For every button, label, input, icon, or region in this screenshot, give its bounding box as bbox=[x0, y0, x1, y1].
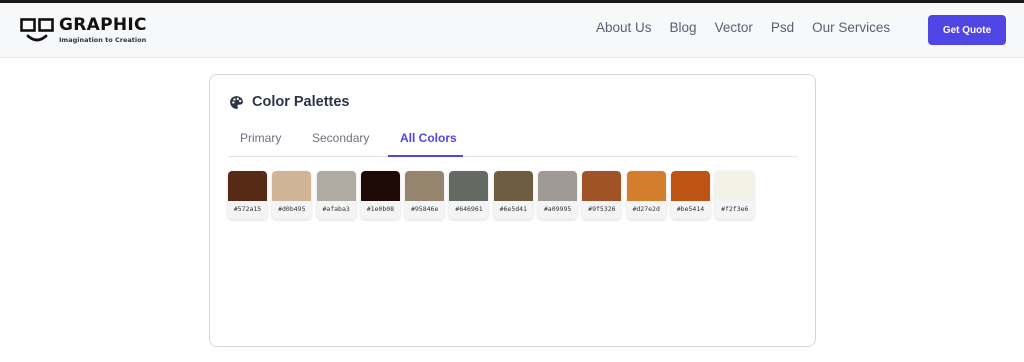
color-swatch[interactable]: #d0b495 bbox=[272, 171, 312, 219]
logo[interactable]: GRAPHIC Imagination to Creation bbox=[20, 15, 147, 46]
logo-name: GRAPHIC bbox=[59, 15, 147, 35]
palette-icon bbox=[230, 95, 243, 109]
swatch-color-chip bbox=[316, 171, 356, 201]
navbar: GRAPHIC Imagination to Creation About Us… bbox=[0, 3, 1024, 58]
nav-vector[interactable]: Vector bbox=[715, 20, 753, 35]
swatch-color-chip bbox=[360, 171, 400, 201]
color-swatch[interactable]: #d27e2d bbox=[626, 171, 666, 219]
active-tab-indicator bbox=[388, 155, 463, 157]
color-swatch[interactable]: #646961 bbox=[449, 171, 489, 219]
panel-title: Color Palettes bbox=[252, 94, 350, 110]
swatch-color-chip bbox=[493, 171, 533, 201]
swatch-hex-label: #d0b495 bbox=[278, 205, 306, 213]
color-swatch[interactable]: #9f5326 bbox=[582, 171, 622, 219]
swatch-color-chip bbox=[228, 171, 267, 201]
tab-secondary[interactable]: Secondary bbox=[312, 131, 369, 157]
swatch-color-chip bbox=[449, 171, 489, 201]
nav-about-us[interactable]: About Us bbox=[596, 20, 652, 35]
color-swatch[interactable]: #a09995 bbox=[538, 171, 578, 219]
swatch-hex-label: #d27e2d bbox=[632, 205, 660, 213]
nav-blog[interactable]: Blog bbox=[670, 20, 697, 35]
color-swatch[interactable]: #afaba3 bbox=[316, 171, 356, 219]
palette-tabs: Primary Secondary All Colors bbox=[228, 131, 798, 157]
swatch-hex-label: #6e5d41 bbox=[499, 205, 527, 213]
color-swatch[interactable]: #572a15 bbox=[228, 171, 267, 219]
swatch-hex-label: #afaba3 bbox=[322, 205, 350, 213]
swatch-hex-label: #9f5326 bbox=[588, 205, 616, 213]
swatch-hex-label: #95846e bbox=[410, 205, 439, 213]
swatch-color-chip bbox=[538, 171, 578, 201]
swatch-color-chip bbox=[272, 171, 312, 201]
swatch-color-chip bbox=[715, 171, 755, 201]
color-swatch[interactable]: #6e5d41 bbox=[493, 171, 533, 219]
tab-all-colors[interactable]: All Colors bbox=[400, 131, 457, 157]
swatch-grid: #572a15 #d0b495 #afaba3 #1e0b08 #95846e #6469… bbox=[228, 171, 760, 219]
nav-psd[interactable]: Psd bbox=[771, 20, 794, 35]
get-quote-button[interactable]: Get Quote bbox=[928, 15, 1006, 45]
swatch-hex-label: #1e0b08 bbox=[366, 205, 395, 213]
swatch-color-chip bbox=[626, 171, 666, 201]
color-palettes-card: Color Palettes Primary Secondary All Col… bbox=[209, 74, 816, 347]
swatch-hex-label: #a09995 bbox=[543, 205, 572, 213]
color-swatch[interactable]: #be5414 bbox=[670, 171, 710, 219]
swatch-color-chip bbox=[670, 171, 710, 201]
swatch-color-chip bbox=[405, 171, 445, 201]
logo-mark-icon bbox=[20, 18, 54, 42]
tab-primary[interactable]: Primary bbox=[240, 131, 281, 157]
logo-tagline: Imagination to Creation bbox=[59, 36, 147, 44]
color-swatch[interactable]: #1e0b08 bbox=[360, 171, 400, 219]
main-nav: About Us Blog Vector Psd Our Services bbox=[596, 20, 908, 35]
swatch-hex-label: #572a15 bbox=[233, 205, 262, 213]
swatch-hex-label: #f2f3e6 bbox=[721, 205, 749, 213]
color-swatch[interactable]: #95846e bbox=[405, 171, 445, 219]
card-header: Color Palettes bbox=[229, 94, 350, 110]
swatch-color-chip bbox=[582, 171, 622, 201]
swatch-hex-label: #be5414 bbox=[676, 205, 705, 213]
nav-our-services[interactable]: Our Services bbox=[812, 20, 890, 35]
swatch-hex-label: #646961 bbox=[455, 205, 483, 213]
color-swatch[interactable]: #f2f3e6 bbox=[715, 171, 755, 219]
